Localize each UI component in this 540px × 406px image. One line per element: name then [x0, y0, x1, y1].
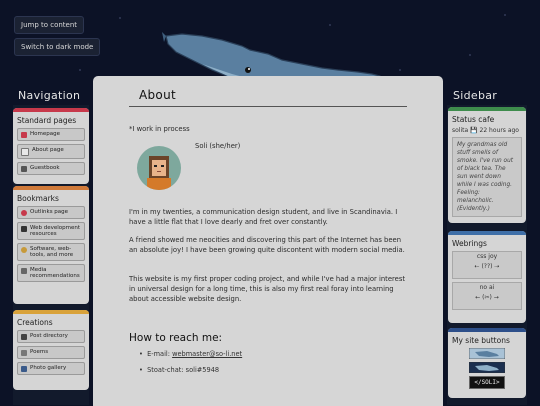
bookmarks-card: Bookmarks Outlinks page Web development …	[13, 186, 89, 304]
nav-about-page[interactable]: About page	[17, 144, 85, 159]
page-title: About	[139, 88, 176, 102]
status-user[interactable]: solita	[452, 127, 468, 134]
about-icon	[21, 148, 29, 156]
no-ai-nav[interactable]: ← (✂) →	[453, 293, 521, 303]
nav-guestbook[interactable]: Guestbook	[17, 162, 85, 175]
gear-icon	[21, 247, 27, 253]
intro-paragraph: I'm in my twenties, a communication desi…	[129, 208, 398, 226]
status-meta: solita 💾 22 hours ago	[452, 127, 522, 134]
card-accent-bar	[13, 186, 89, 190]
save-icon: 💾	[470, 127, 478, 134]
site-buttons-heading: My site buttons	[452, 336, 510, 345]
home-icon	[21, 132, 27, 138]
css-joy-name: css joy	[476, 253, 498, 260]
neocities-paragraph: A friend showed me neocities and discove…	[129, 236, 405, 254]
media-icon	[21, 268, 27, 274]
avatar-caption: Soli (she/her)	[195, 142, 241, 150]
stoat-chat-label: Stoat-chat: soli#5948	[147, 366, 220, 374]
nav-webdev-label: Web development resources	[30, 225, 81, 237]
sidebar-heading: Sidebar	[453, 89, 498, 102]
nav-software-label: Software, web-tools, and more	[30, 246, 74, 258]
card-accent-bar	[448, 231, 526, 235]
card-accent-bar	[13, 310, 89, 314]
email-link[interactable]: webmaster@so-li.net	[172, 350, 242, 358]
card-accent-bar	[448, 107, 526, 111]
heart-icon	[21, 210, 27, 216]
nav-web-development[interactable]: Web development resources	[17, 222, 85, 240]
nav-media-label: Media recommendations	[30, 267, 80, 279]
guestbook-icon	[21, 166, 27, 172]
photo-icon	[21, 366, 27, 372]
no-ai-name: no ai	[479, 284, 495, 291]
site-button-whale-light[interactable]	[469, 348, 505, 359]
site-button-text[interactable]: </SOLI>	[469, 376, 505, 389]
nav-about-label: About page	[32, 147, 64, 153]
nav-software[interactable]: Software, web-tools, and more	[17, 243, 85, 261]
avatar	[137, 146, 181, 190]
no-ai-webring[interactable]: no ai ← (✂) →	[452, 282, 522, 310]
card-accent-bar	[13, 108, 89, 112]
nav-posts-label: Post directory	[30, 333, 68, 339]
work-in-progress-note: *I work in process	[129, 125, 190, 133]
navigation-heading: Navigation	[18, 89, 81, 102]
bookmarks-heading: Bookmarks	[17, 194, 59, 203]
status-time: 22 hours ago	[479, 127, 519, 134]
feather-icon	[21, 350, 27, 356]
title-divider	[129, 106, 407, 107]
nav-guestbook-label: Guestbook	[30, 165, 60, 171]
standard-pages-heading: Standard pages	[17, 116, 77, 125]
email-contact: • E-mail: webmaster@so-li.net	[139, 350, 243, 358]
css-joy-nav[interactable]: ⇠ (??) ⇢	[453, 262, 521, 272]
nav-outlinks-label: Outlinks page	[30, 209, 69, 215]
nav-post-directory[interactable]: Post directory	[17, 330, 85, 343]
jump-to-content-button[interactable]: Jump to content	[14, 16, 85, 34]
avatar-portrait-icon	[147, 156, 171, 190]
webrings-card: Webrings css joy ⇠ (??) ⇢ no ai ← (✂) →	[448, 231, 526, 323]
status-text: My grandmas old stuff smells of smoke. I…	[452, 137, 522, 217]
tools-icon	[21, 226, 27, 232]
card-accent-bar	[448, 328, 526, 332]
status-cafe-card: Status cafe solita 💾 22 hours ago My gra…	[448, 107, 526, 223]
creations-card: Creations Post directory Poems Photo gal…	[13, 310, 89, 390]
book-icon	[21, 334, 27, 340]
project-paragraph: This website is my first proper coding p…	[129, 275, 406, 303]
nav-poems[interactable]: Poems	[17, 346, 85, 359]
nav-gallery-label: Photo gallery	[30, 365, 67, 371]
nav-outlinks[interactable]: Outlinks page	[17, 206, 85, 219]
webrings-heading: Webrings	[452, 239, 487, 248]
nav-homepage-label: Homepage	[30, 131, 60, 137]
status-cafe-heading: Status cafe	[452, 115, 495, 124]
dark-mode-toggle-button[interactable]: Switch to dark mode	[14, 38, 101, 56]
nav-homepage[interactable]: Homepage	[17, 128, 85, 141]
reach-me-heading: How to reach me:	[129, 332, 223, 344]
site-button-whale-dark[interactable]	[469, 362, 505, 373]
css-joy-webring[interactable]: css joy ⇠ (??) ⇢	[452, 251, 522, 279]
main-content: About *I work in process Soli (she/her) …	[93, 76, 443, 406]
stoat-chat-contact: • Stoat-chat: soli#5948	[139, 366, 220, 374]
creations-heading: Creations	[17, 318, 53, 327]
email-label: E-mail:	[147, 350, 173, 358]
site-buttons-card: My site buttons </SOLI>	[448, 328, 526, 398]
nav-photo-gallery[interactable]: Photo gallery	[17, 362, 85, 375]
nav-poems-label: Poems	[30, 349, 49, 355]
standard-pages-card: Standard pages Homepage About page Guest…	[13, 108, 89, 184]
nav-media[interactable]: Media recommendations	[17, 264, 85, 282]
